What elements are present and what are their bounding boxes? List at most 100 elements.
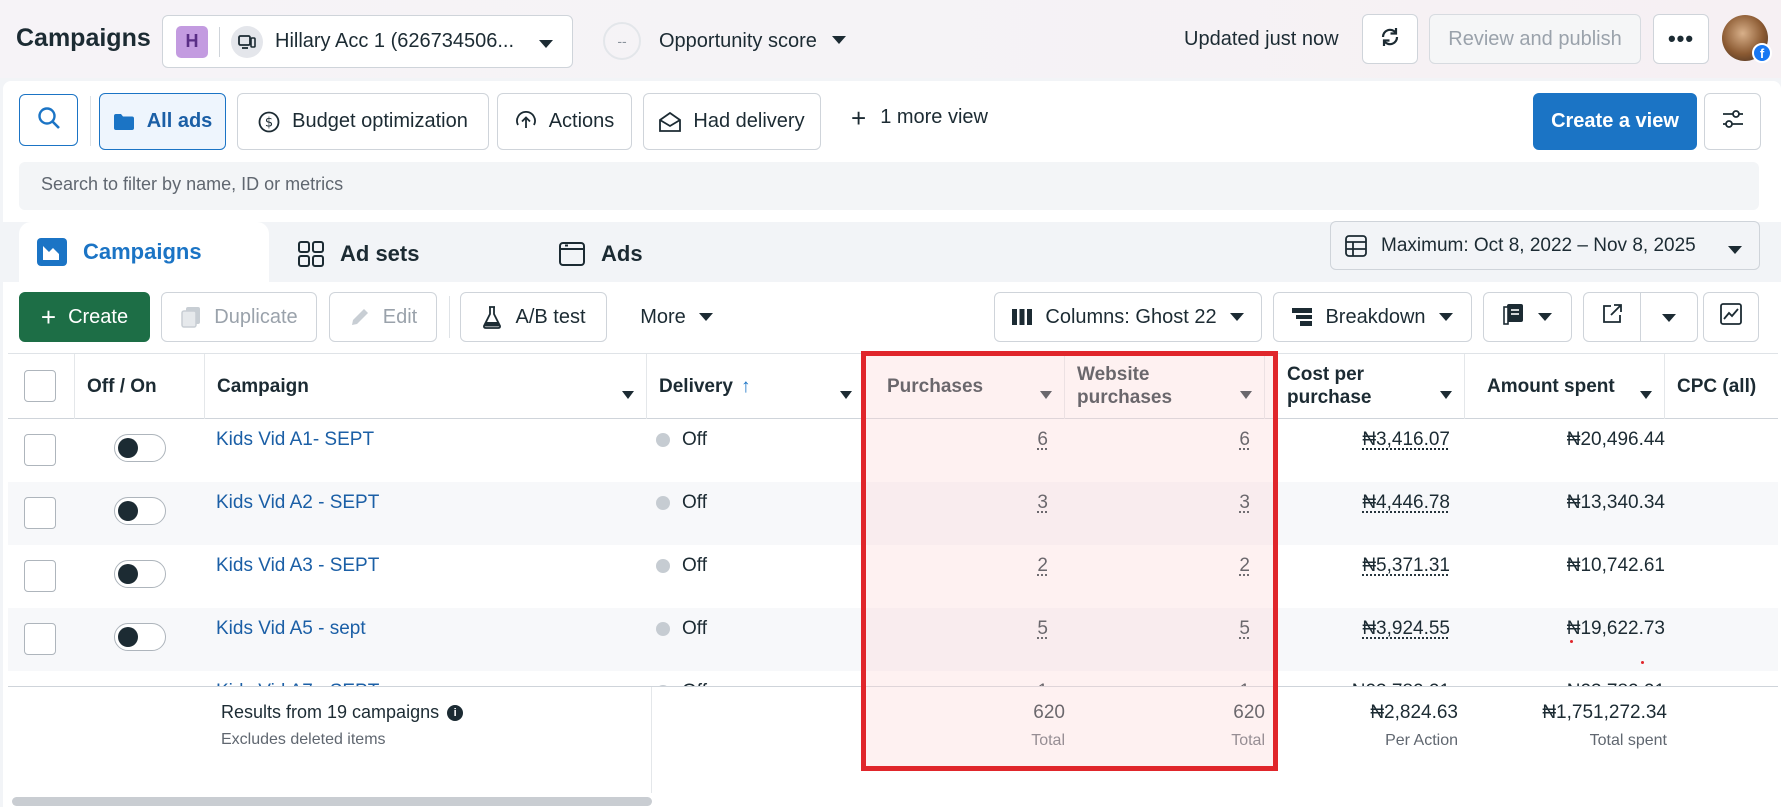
create-button[interactable]: + Create bbox=[19, 292, 150, 342]
purchases-value[interactable]: 3 bbox=[865, 492, 1048, 514]
duplicate-button[interactable]: Duplicate bbox=[161, 292, 317, 342]
account-selector[interactable]: H Hillary Acc 1 (626734506... bbox=[162, 15, 573, 68]
breakdown-dropdown[interactable]: Breakdown bbox=[1273, 292, 1472, 342]
more-actions-label: More bbox=[640, 305, 686, 328]
header-cost-per-purchase[interactable]: Cost per purchase bbox=[1265, 354, 1465, 419]
campaign-name-link[interactable]: Kids Vid A1- SEPT bbox=[216, 429, 374, 451]
campaigns-icon bbox=[37, 238, 67, 266]
campaign-toggle[interactable] bbox=[114, 434, 166, 462]
ab-test-button[interactable]: A/B test bbox=[460, 292, 607, 342]
upload-circle-icon bbox=[515, 110, 537, 133]
table-row[interactable]: Kids Vid A2 - SEPT Off 3 3 ₦4,446.78 ₦13… bbox=[8, 482, 1778, 545]
campaign-name-link[interactable]: Kids Vid A5 - sept bbox=[216, 618, 366, 640]
website-purchases-value[interactable]: 6 bbox=[1065, 429, 1250, 451]
campaign-toggle[interactable] bbox=[114, 560, 166, 588]
campaign-toggle[interactable] bbox=[114, 623, 166, 651]
columns-dropdown[interactable]: Columns: Ghost 22 bbox=[994, 292, 1262, 342]
column-menu-icon[interactable] bbox=[1640, 383, 1652, 405]
svg-text:$: $ bbox=[265, 115, 273, 130]
annotation-dot bbox=[1641, 661, 1644, 664]
search-input[interactable]: Search to filter by name, ID or metrics bbox=[19, 162, 1759, 210]
page-title: Campaigns bbox=[16, 24, 151, 52]
amount-spent-value: ₦10,742.61 bbox=[1566, 555, 1665, 576]
view-had-delivery[interactable]: Had delivery bbox=[643, 93, 821, 150]
campaign-toggle[interactable] bbox=[114, 497, 166, 525]
plus-icon: + bbox=[40, 302, 57, 332]
row-checkbox[interactable] bbox=[24, 623, 56, 655]
reports-dropdown[interactable] bbox=[1483, 292, 1572, 342]
header-purchases[interactable]: Purchases bbox=[865, 354, 1065, 419]
export-options-dropdown[interactable] bbox=[1640, 292, 1698, 342]
column-menu-icon[interactable] bbox=[1440, 383, 1452, 405]
header-delivery[interactable]: Delivery ↑ bbox=[647, 354, 865, 419]
horizontal-scrollbar[interactable] bbox=[12, 797, 652, 806]
table-header: Off / On Campaign Delivery ↑ Purchases We… bbox=[8, 353, 1778, 419]
more-views-label: 1 more view bbox=[880, 106, 988, 128]
account-badge: H bbox=[176, 25, 208, 58]
row-checkbox[interactable] bbox=[24, 560, 56, 592]
header-cpc-all[interactable]: CPC (all) bbox=[1665, 354, 1778, 419]
amount-spent-total-value: ₦1,751,272.34 bbox=[1542, 702, 1667, 723]
header-website-purchases-label: Website purchases bbox=[1077, 364, 1173, 408]
review-and-publish-button[interactable]: Review and publish bbox=[1429, 14, 1641, 64]
opportunity-score-dropdown[interactable]: -- Opportunity score bbox=[603, 22, 847, 60]
cost-per-purchase-value[interactable]: ₦5,371.31 bbox=[1265, 555, 1450, 577]
edit-button[interactable]: Edit bbox=[329, 292, 437, 342]
amount-spent-value: ₦19,622.73 bbox=[1566, 618, 1665, 639]
website-purchases-value[interactable]: 5 bbox=[1065, 618, 1250, 640]
export-button[interactable] bbox=[1583, 292, 1641, 342]
amount-spent-total-label: Total spent bbox=[1589, 732, 1667, 749]
campaign-name-link[interactable]: Kids Vid A3 - SEPT bbox=[216, 555, 379, 577]
cost-per-purchase-value[interactable]: ₦4,446.78 bbox=[1265, 492, 1450, 514]
view-all-ads-label: All ads bbox=[146, 110, 213, 132]
table-row[interactable]: Kids Vid A1- SEPT Off 6 6 ₦3,416.07 ₦20,… bbox=[8, 419, 1778, 482]
header-delivery-label: Delivery bbox=[659, 376, 733, 397]
amount-spent-value: ₦13,340.34 bbox=[1566, 492, 1665, 513]
table-row[interactable]: Kids Vid A3 - SEPT Off 2 2 ₦5,371.31 ₦10… bbox=[8, 545, 1778, 608]
view-all-ads[interactable]: All ads bbox=[99, 93, 226, 150]
more-views-button[interactable]: + 1 more view bbox=[851, 105, 988, 131]
column-menu-icon[interactable] bbox=[622, 383, 634, 405]
header-amount-spent[interactable]: Amount spent bbox=[1465, 354, 1665, 419]
purchases-value[interactable]: 2 bbox=[865, 555, 1048, 577]
cost-per-purchase-value[interactable]: ₦3,924.55 bbox=[1265, 618, 1450, 640]
tab-campaigns[interactable]: Campaigns bbox=[19, 222, 269, 282]
select-all-checkbox[interactable] bbox=[24, 370, 56, 402]
more-actions-dropdown[interactable]: More bbox=[622, 292, 732, 342]
header-off-on[interactable]: Off / On bbox=[75, 354, 205, 419]
tab-ad-sets[interactable]: Ad sets bbox=[280, 226, 530, 282]
view-settings-button[interactable] bbox=[1704, 93, 1761, 150]
view-actions[interactable]: Actions bbox=[497, 93, 632, 150]
refresh-button[interactable] bbox=[1362, 14, 1418, 64]
tab-ads[interactable]: Ads bbox=[541, 226, 791, 282]
header-website-purchases[interactable]: Website purchases bbox=[1065, 354, 1265, 419]
table-row[interactable]: Kids Vid A5 - sept Off 5 5 ₦3,924.55 ₦19… bbox=[8, 608, 1778, 671]
column-menu-icon[interactable] bbox=[1240, 383, 1252, 405]
cost-per-purchase-total: ₦2,824.63 Per Action bbox=[1265, 702, 1458, 750]
results-count: Results from 19 campaigns bbox=[221, 702, 440, 722]
charts-button[interactable] bbox=[1703, 292, 1759, 342]
view-budget-optimization[interactable]: $ Budget optimization bbox=[237, 93, 489, 150]
date-range-picker[interactable]: Maximum: Oct 8, 2022 – Nov 8, 2025 bbox=[1330, 221, 1760, 270]
website-purchases-value[interactable]: 3 bbox=[1065, 492, 1250, 514]
info-icon[interactable]: i bbox=[447, 704, 464, 721]
column-menu-icon[interactable] bbox=[1040, 383, 1052, 405]
row-checkbox[interactable] bbox=[24, 434, 56, 466]
column-menu-icon[interactable] bbox=[840, 383, 852, 405]
avatar[interactable]: f bbox=[1722, 15, 1772, 63]
campaign-name-link[interactable]: Kids Vid A2 - SEPT bbox=[216, 492, 379, 514]
status-dot-icon bbox=[656, 622, 670, 636]
chevron-down-icon bbox=[1727, 239, 1743, 261]
website-purchases-total-value: 620 bbox=[1233, 702, 1265, 723]
purchases-value[interactable]: 5 bbox=[865, 618, 1048, 640]
search-button[interactable] bbox=[19, 94, 78, 146]
more-options-button[interactable]: ••• bbox=[1653, 14, 1709, 64]
cost-per-purchase-value[interactable]: ₦3,416.07 bbox=[1265, 429, 1450, 451]
header-campaign[interactable]: Campaign bbox=[205, 354, 647, 419]
create-view-button[interactable]: Create a view bbox=[1533, 93, 1697, 150]
envelope-open-icon bbox=[659, 111, 682, 132]
website-purchases-value[interactable]: 2 bbox=[1065, 555, 1250, 577]
purchases-value[interactable]: 6 bbox=[865, 429, 1048, 451]
row-checkbox[interactable] bbox=[24, 497, 56, 529]
ad-account-icon bbox=[231, 25, 263, 58]
